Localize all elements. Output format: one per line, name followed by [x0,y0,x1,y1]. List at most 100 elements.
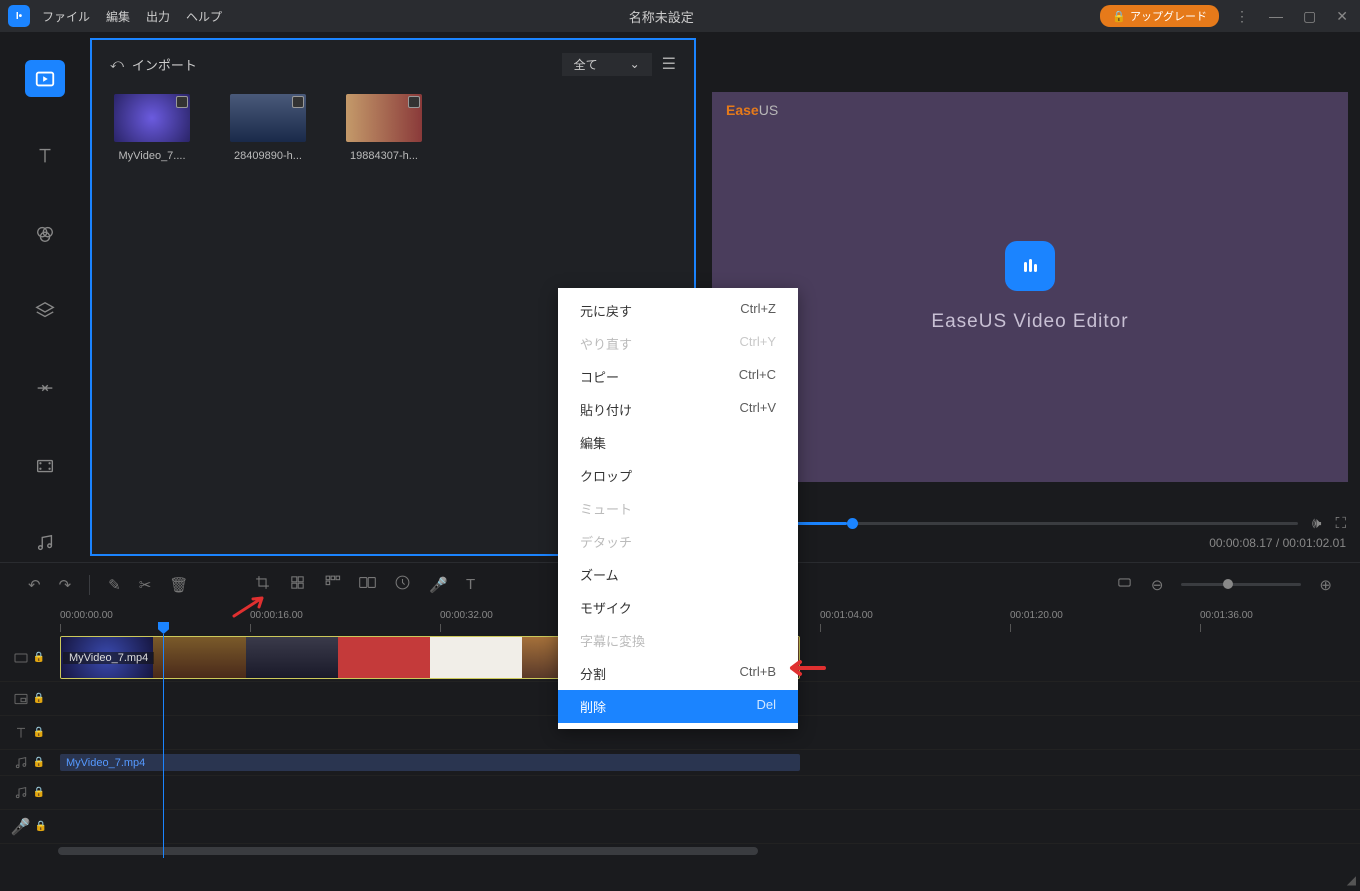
tool-music[interactable] [25,525,65,562]
context-menu-label: 字幕に変換 [580,631,645,650]
split-icon[interactable]: ✂ [139,576,152,594]
context-menu-label: 元に戻す [580,301,632,320]
resize-grip[interactable]: ◢ [1347,873,1356,887]
menu-file[interactable]: ファイル [42,8,90,25]
context-menu-label: デタッチ [580,532,632,551]
fit-icon[interactable] [1116,574,1133,595]
tool-elements[interactable] [25,447,65,484]
media-name: 28409890-h... [224,150,312,162]
tool-filters[interactable] [25,215,65,252]
app-logo: I• [8,5,30,27]
filter-value: 全て [574,56,598,73]
tool-media[interactable] [25,60,65,97]
list-view-icon[interactable]: ☰ [662,54,676,74]
timeline-scrollbar[interactable] [0,844,1360,858]
context-menu-shortcut: Ctrl+Y [740,334,776,353]
preview-panel: EaseUS EaseUS Video Editor ▷ ▢ 🕪 ⛶ 9 00:… [700,32,1360,562]
clip-label: MyVideo_7.mp4 [63,652,154,664]
menu-edit[interactable]: 編集 [106,8,130,25]
zoom-in-icon[interactable]: ⊕ [1319,576,1332,594]
audio-track[interactable]: 🔒 MyVideo_7.mp4 [0,750,1360,776]
menu-help[interactable]: ヘルプ [186,8,222,25]
context-menu-item[interactable]: ズーム [558,558,798,591]
ruler-tick: 00:00:32.00 [440,610,493,621]
tool-text[interactable] [25,137,65,174]
ruler-tick: 00:01:04.00 [820,610,873,621]
context-menu-label: 編集 [580,433,606,452]
media-item[interactable]: MyVideo_7.... [108,94,196,162]
upgrade-label: アップグレード [1130,8,1207,24]
grid-icon[interactable] [324,574,341,595]
maximize-icon[interactable]: ▢ [1299,8,1320,25]
context-menu-shortcut: Ctrl+C [739,367,776,386]
watermark: EaseUS [726,102,778,118]
context-menu-item[interactable]: コピー Ctrl+C [558,360,798,393]
media-item[interactable]: 19884307-h... [340,94,428,162]
context-menu-shortcut: Del [756,697,776,716]
context-menu-item: やり直すCtrl+Y [558,327,798,360]
preview-title: EaseUS Video Editor [931,311,1128,333]
voice-track[interactable]: 🎤🔒 [0,810,1360,844]
context-menu-item[interactable]: 分割Ctrl+B [558,657,798,690]
text-tool-icon[interactable]: T [466,576,475,593]
context-menu-label: 削除 [580,697,606,716]
context-menu-item[interactable]: 編集 [558,426,798,459]
close-icon[interactable]: ✕ [1332,8,1352,25]
chevron-down-icon: ⌄ [630,57,640,71]
ruler-tick: 00:00:00.00 [60,610,113,621]
zoom-out-icon[interactable]: ⊖ [1151,576,1164,594]
crop-icon[interactable] [254,574,271,595]
fullscreen-icon[interactable]: ⛶ [1335,515,1346,532]
filter-select[interactable]: 全て ⌄ [562,53,652,76]
import-button[interactable]: ⤺ インポート [110,55,197,74]
context-menu-label: ミュート [580,499,632,518]
context-menu-shortcut: Ctrl+B [740,664,776,683]
lock-icon: 🔒 [1112,10,1126,23]
media-grid: MyVideo_7.... 28409890-h... 19884307-h..… [92,88,694,168]
annotation-arrow [232,594,272,623]
context-menu: 元に戻す Ctrl+Z やり直すCtrl+Y コピー Ctrl+C 貼り付けCtrl+V 編… [558,288,798,729]
context-menu-item[interactable]: モザイク [558,591,798,624]
minimize-icon[interactable]: — [1265,8,1287,24]
ruler-tick: 00:01:20.00 [1010,610,1063,621]
annotation-arrow [786,656,826,685]
audio-clip[interactable]: MyVideo_7.mp4 [60,754,800,771]
context-menu-label: クロップ [580,466,632,485]
edit-icon[interactable]: ✎ [108,576,121,594]
volume-icon[interactable]: 🕪 [1312,515,1321,532]
playhead[interactable] [163,634,164,858]
context-menu-item: デタッチ [558,525,798,558]
speed-icon[interactable] [394,574,411,595]
undo-icon[interactable]: ↶ [28,576,41,594]
more-icon[interactable]: ⋮ [1231,8,1253,25]
context-menu-item[interactable]: 削除 Del [558,690,798,723]
zoom-icon[interactable] [359,574,376,595]
upgrade-button[interactable]: 🔒 アップグレード [1100,5,1219,27]
window-title: 名称未設定 [222,7,1100,26]
import-icon: ⤺ [110,56,124,72]
tool-transitions[interactable] [25,370,65,407]
context-menu-item[interactable]: クロップ [558,459,798,492]
zoom-slider[interactable] [1181,583,1301,586]
redo-icon[interactable]: ↷ [59,576,72,594]
delete-icon[interactable]: 🗑 [169,576,188,594]
preview-slider[interactable] [768,522,1298,525]
mic-icon[interactable]: 🎤 [429,576,448,594]
title-bar: I• ファイル 編集 出力 ヘルプ 名称未設定 🔒 アップグレード ⋮ — ▢ … [0,0,1360,32]
context-menu-label: モザイク [580,598,632,617]
media-name: 19884307-h... [340,150,428,162]
context-menu-label: ズーム [580,565,619,584]
preview-screen: EaseUS EaseUS Video Editor [712,72,1348,502]
context-menu-item[interactable]: 貼り付けCtrl+V [558,393,798,426]
tool-overlays[interactable] [25,292,65,329]
context-menu-shortcut: Ctrl+Z [740,301,776,320]
media-item[interactable]: 28409890-h... [224,94,312,162]
menu-output[interactable]: 出力 [146,8,170,25]
audio-clip-label: MyVideo_7.mp4 [66,757,145,769]
context-menu-item[interactable]: 元に戻す Ctrl+Z [558,294,798,327]
context-menu-label: 貼り付け [580,400,632,419]
audio-track-2[interactable]: 🔒 [0,776,1360,810]
context-menu-label: コピー [580,367,619,386]
timecode: 00:00:08.17 / 00:01:02.01 [1209,536,1346,550]
mosaic-icon[interactable] [289,574,306,595]
